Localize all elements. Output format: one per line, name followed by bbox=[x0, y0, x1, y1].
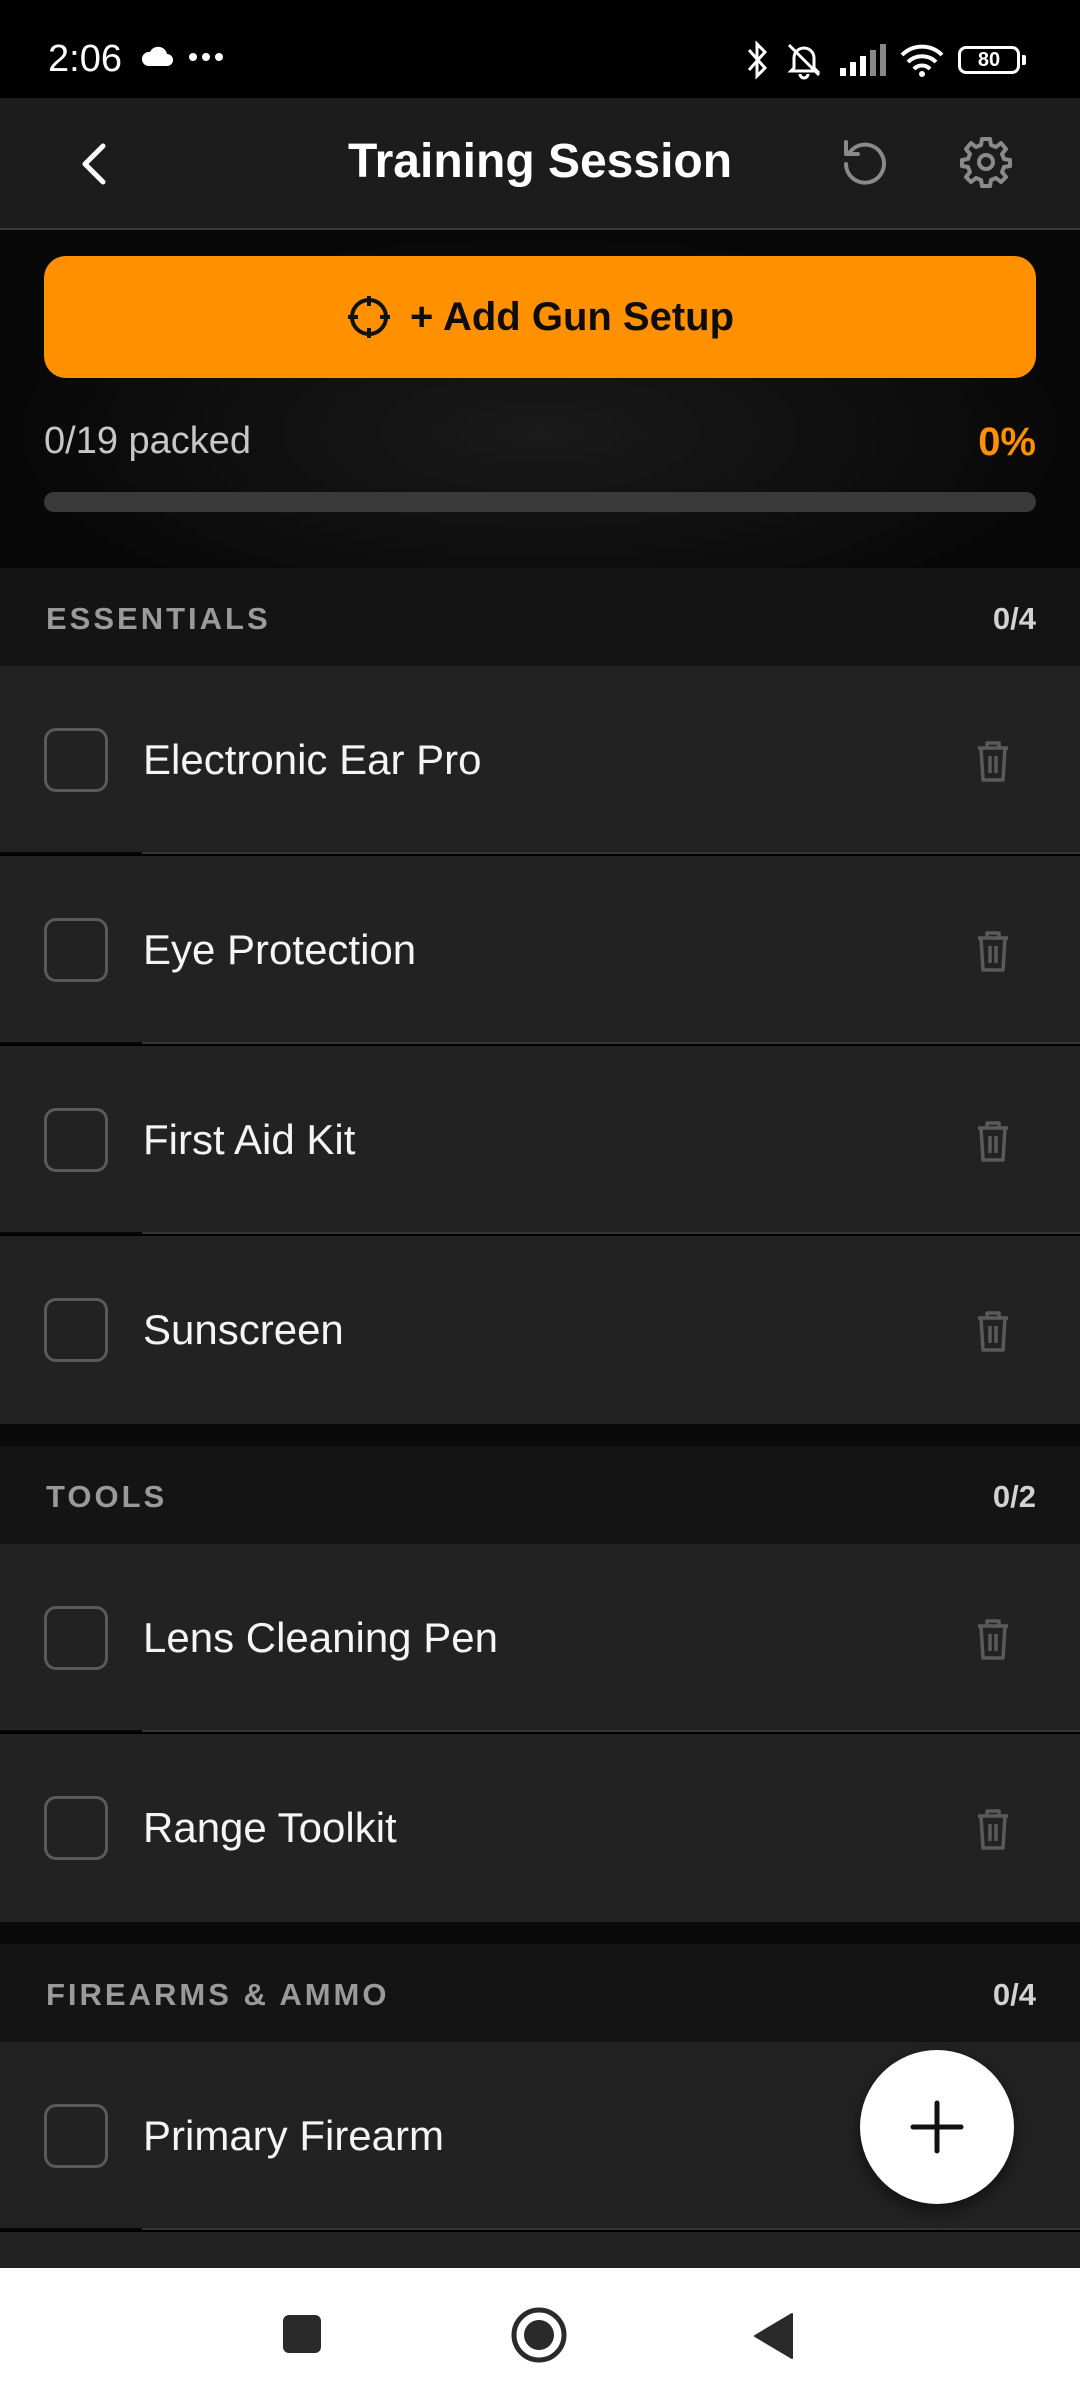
section-count: 0/4 bbox=[992, 601, 1036, 636]
bluetooth-icon bbox=[747, 40, 768, 80]
add-gun-setup-button[interactable]: + Add Gun Setup bbox=[44, 256, 1036, 378]
section-title: TOOLS bbox=[46, 1479, 168, 1514]
item-checkbox[interactable] bbox=[44, 728, 108, 792]
item-checkbox[interactable] bbox=[44, 1796, 108, 1860]
trash-icon[interactable] bbox=[968, 1116, 1018, 1166]
item-checkbox[interactable] bbox=[44, 1298, 108, 1362]
item-checkbox[interactable] bbox=[44, 1108, 108, 1172]
status-right-icons: 80 bbox=[746, 40, 1026, 80]
recents-square-icon[interactable] bbox=[282, 2314, 322, 2354]
list-item-partial bbox=[0, 2232, 1080, 2268]
packed-count: 0/19 packed bbox=[44, 420, 252, 462]
item-label: Sunscreen bbox=[143, 1306, 344, 1353]
section-header-tools: TOOLS 0/2 bbox=[0, 1446, 1080, 1544]
section-header-firearms-ammo: FIREARMS & AMMO 0/4 bbox=[0, 1944, 1080, 2042]
add-gun-setup-label: + Add Gun Setup bbox=[409, 294, 735, 339]
home-circle-icon[interactable] bbox=[510, 2306, 568, 2364]
back-triangle-icon[interactable] bbox=[752, 2312, 794, 2360]
app-header: Training Session bbox=[0, 98, 1080, 230]
list-item[interactable]: First Aid Kit bbox=[0, 1046, 1080, 1234]
section-count: 0/2 bbox=[992, 1479, 1036, 1514]
trash-icon[interactable] bbox=[968, 1306, 1018, 1356]
top-panel: + Add Gun Setup 0/19 packed 0% bbox=[0, 230, 1080, 568]
trash-icon[interactable] bbox=[968, 1614, 1018, 1664]
item-label: Eye Protection bbox=[143, 926, 417, 973]
trash-icon[interactable] bbox=[968, 926, 1018, 976]
system-nav-bar bbox=[0, 2268, 1080, 2400]
muted-bell-icon bbox=[787, 43, 821, 80]
add-item-fab[interactable] bbox=[860, 2050, 1014, 2204]
plus-icon bbox=[910, 2100, 964, 2154]
item-checkbox[interactable] bbox=[44, 2104, 108, 2168]
settings-button[interactable] bbox=[946, 122, 1026, 202]
item-checkbox[interactable] bbox=[44, 918, 108, 982]
status-bar: 2:06 80 bbox=[0, 0, 1080, 98]
item-label: Lens Cleaning Pen bbox=[143, 1614, 498, 1661]
reset-button[interactable] bbox=[824, 122, 904, 202]
item-label: Range Toolkit bbox=[143, 1804, 397, 1851]
list-item[interactable]: Lens Cleaning Pen bbox=[0, 1544, 1080, 1732]
section-count: 0/4 bbox=[992, 1977, 1036, 2012]
list-item[interactable]: Electronic Ear Pro bbox=[0, 666, 1080, 854]
section-title: FIREARMS & AMMO bbox=[46, 1977, 390, 2012]
item-label: Primary Firearm bbox=[143, 2112, 444, 2159]
item-label: Electronic Ear Pro bbox=[143, 736, 482, 783]
trash-icon[interactable] bbox=[968, 736, 1018, 786]
section-title: ESSENTIALS bbox=[46, 601, 271, 636]
status-left-icons bbox=[140, 46, 224, 68]
item-label: First Aid Kit bbox=[143, 1116, 356, 1163]
crosshair-icon bbox=[347, 296, 390, 338]
more-dots-icon bbox=[189, 53, 223, 61]
battery-icon: 80 bbox=[958, 46, 1026, 74]
section-header-essentials: ESSENTIALS 0/4 bbox=[0, 568, 1080, 666]
item-checkbox[interactable] bbox=[44, 1606, 108, 1670]
list-item[interactable]: Eye Protection bbox=[0, 856, 1080, 1044]
trash-icon[interactable] bbox=[968, 1804, 1018, 1854]
list-item[interactable]: Range Toolkit bbox=[0, 1734, 1080, 1922]
packing-progress-bar bbox=[44, 492, 1036, 512]
signal-icon bbox=[840, 44, 886, 76]
list-item[interactable]: Sunscreen bbox=[0, 1236, 1080, 1424]
cloud-icon bbox=[141, 46, 173, 66]
packed-percent: 0% bbox=[978, 420, 1036, 464]
battery-level: 80 bbox=[977, 48, 1001, 71]
status-time: 2:06 bbox=[48, 38, 122, 80]
page-title: Training Session bbox=[347, 135, 733, 188]
reset-icon bbox=[844, 140, 886, 185]
gear-icon bbox=[960, 137, 1012, 188]
wifi-icon bbox=[900, 44, 944, 77]
